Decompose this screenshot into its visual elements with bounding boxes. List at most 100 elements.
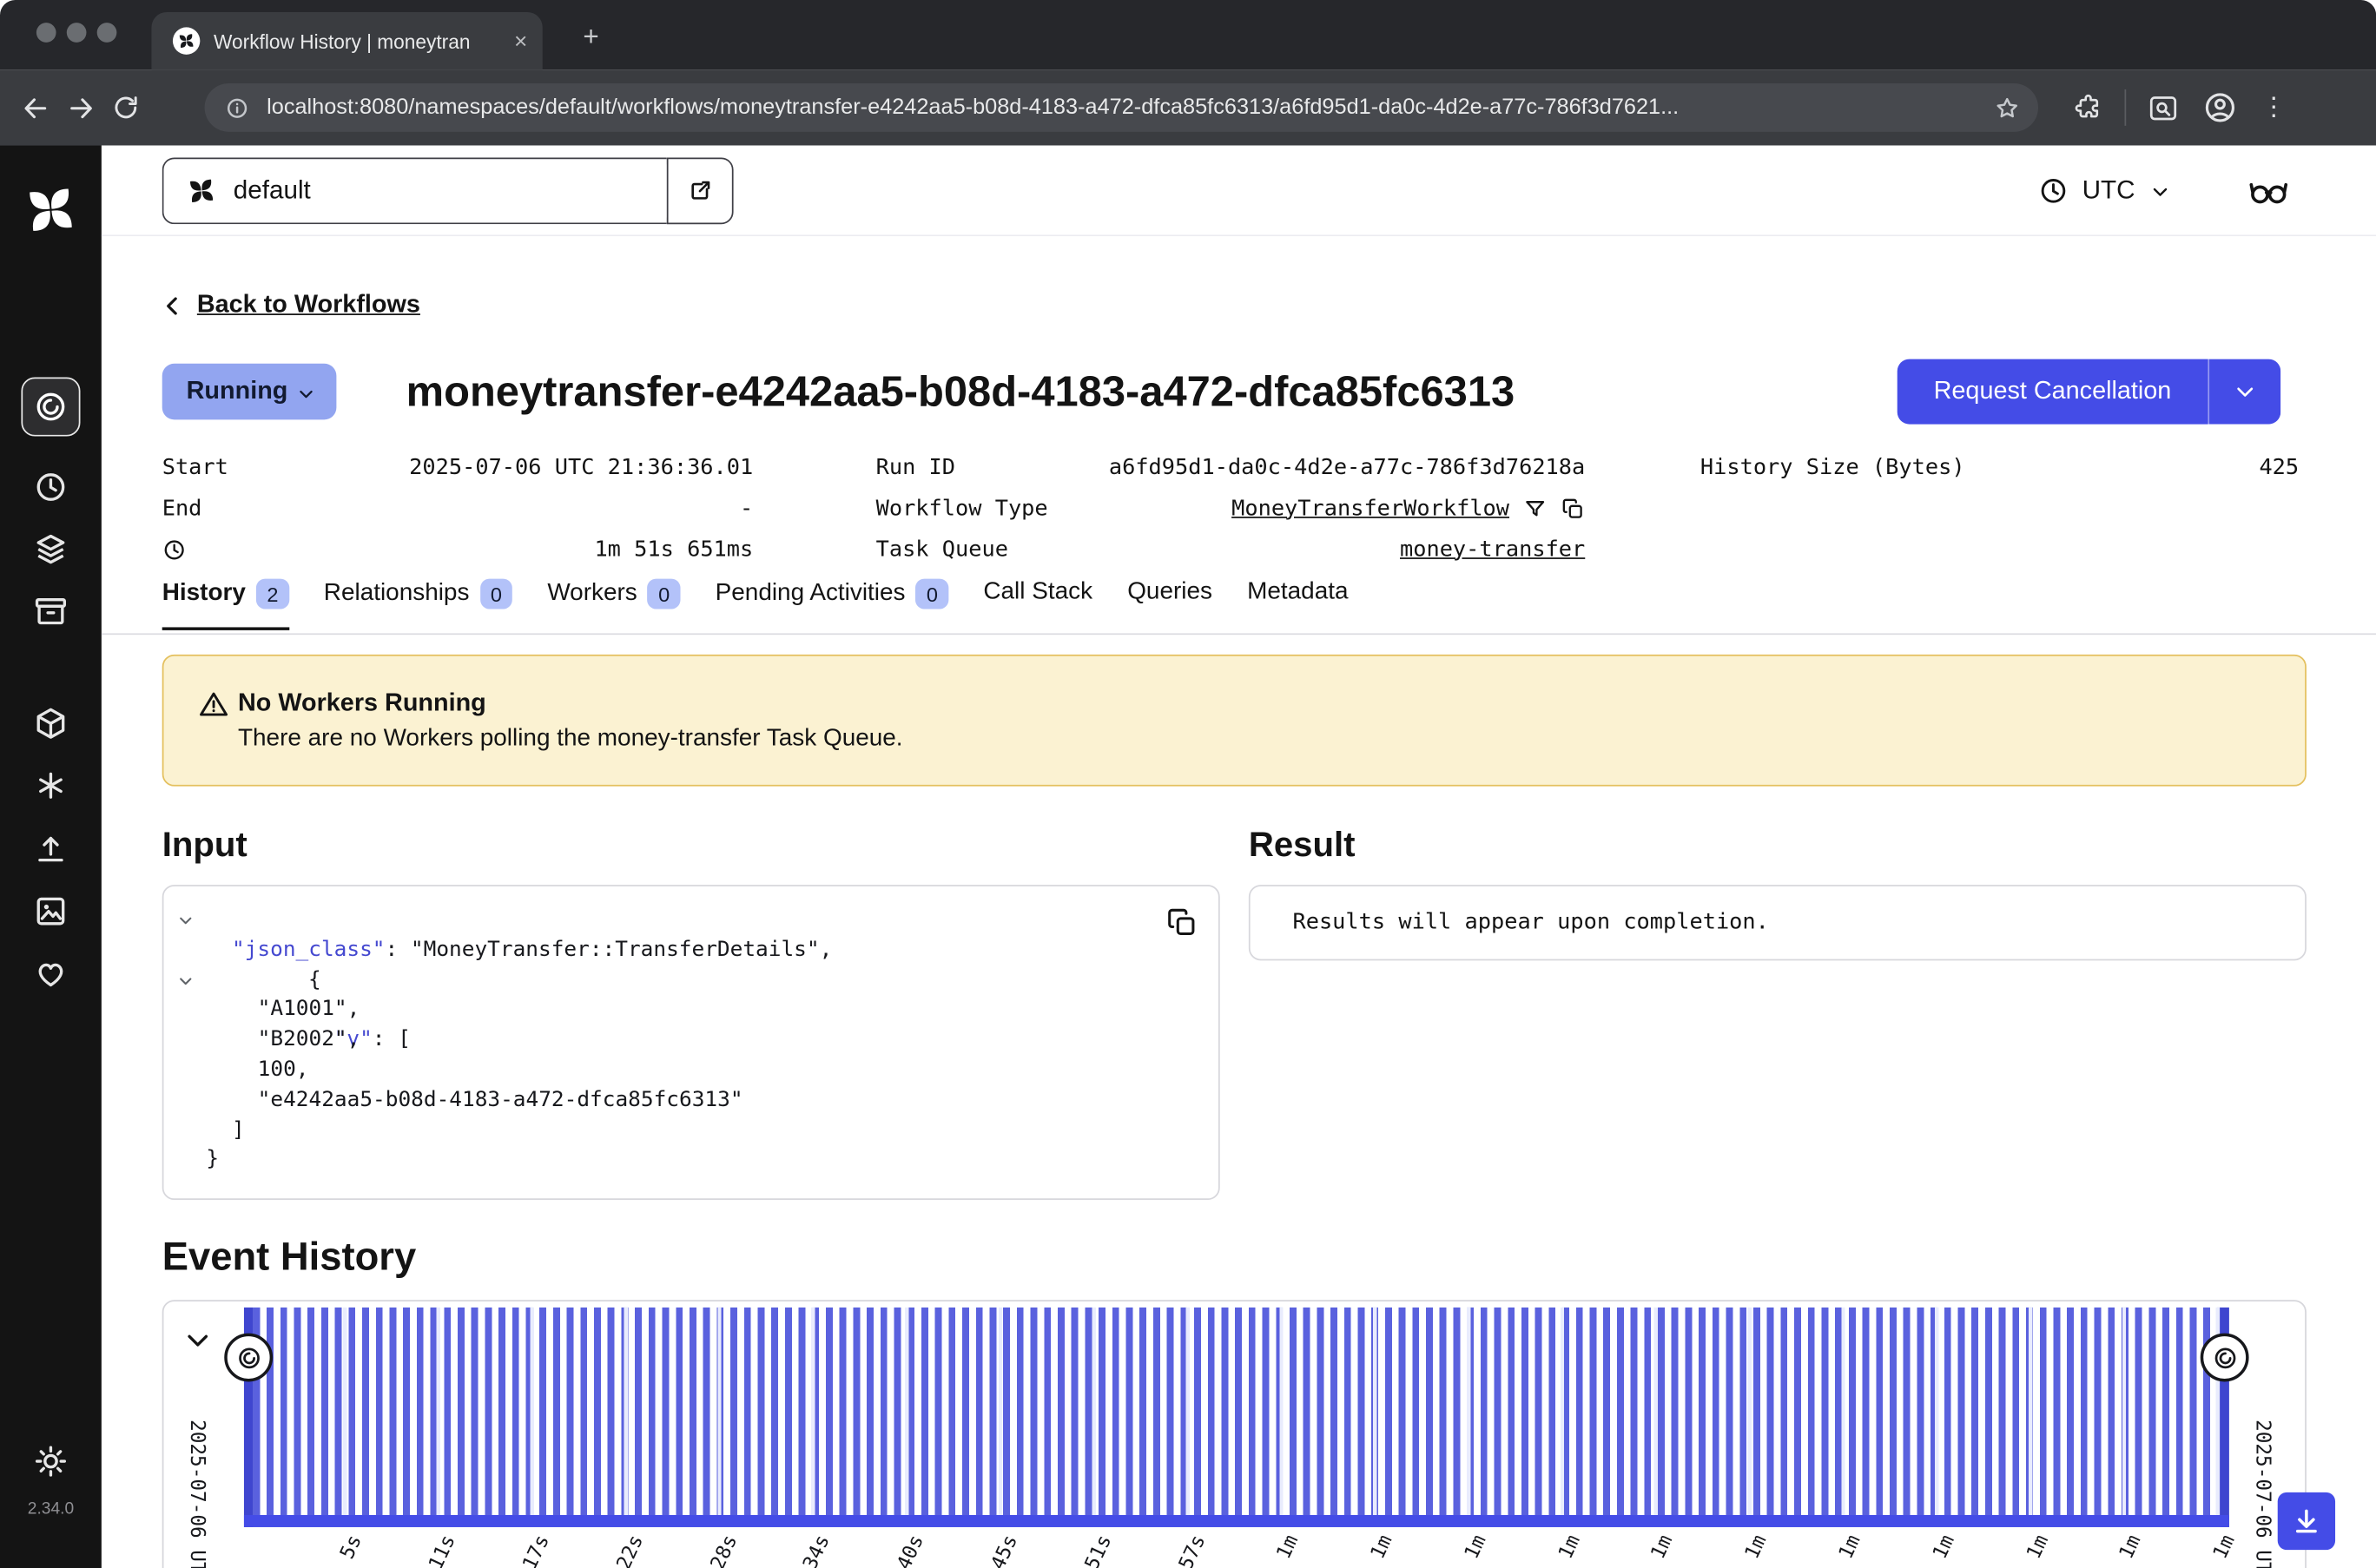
tab-workers[interactable]: Workers0 xyxy=(547,579,680,628)
warning-triangle-icon xyxy=(199,689,229,720)
tab-metadata[interactable]: Metadata xyxy=(1247,579,1348,624)
workflow-type-link[interactable]: MoneyTransferWorkflow xyxy=(1231,496,1509,520)
sidebar-item-batch[interactable] xyxy=(33,594,68,629)
detail-run-id: Run ID a6fd95d1-da0c-4d2e-a77c-786f3d762… xyxy=(876,447,1586,488)
timeline-end-date: 2025-07-06 UTC xyxy=(2250,1420,2273,1568)
tab-queries[interactable]: Queries xyxy=(1127,579,1212,624)
download-arrow-icon xyxy=(2291,1506,2321,1537)
tab-title: Workflow History | moneytran xyxy=(214,30,505,52)
json-line: "B2002", xyxy=(163,1026,1218,1057)
cube-icon xyxy=(33,706,68,741)
tab-relationships[interactable]: Relationships0 xyxy=(324,579,512,628)
clock-icon xyxy=(33,470,68,504)
detail-end: End - xyxy=(162,488,754,529)
app-header: default UTC xyxy=(102,146,2376,237)
request-cancellation-button[interactable]: Request Cancellation xyxy=(1898,359,2208,425)
detail-value: - xyxy=(740,496,753,520)
theme-toggle[interactable] xyxy=(33,1444,68,1479)
temporal-logo-icon[interactable] xyxy=(23,181,79,238)
url-text: localhost:8080/namespaces/default/workfl… xyxy=(267,96,1981,120)
json-line: "e4242aa5-b08d-4183-a472-dfca85fc6313" xyxy=(163,1086,1218,1117)
bookmark-star-icon[interactable] xyxy=(1993,93,2022,122)
detail-start: Start 2025-07-06 UTC 21:36:36.01 xyxy=(162,447,754,488)
window-minimize-button[interactable] xyxy=(67,23,87,43)
request-cancellation-group: Request Cancellation xyxy=(1898,359,2280,425)
download-history-button[interactable] xyxy=(2278,1492,2335,1550)
sidebar-item-deployments[interactable] xyxy=(33,706,68,741)
detail-history-size: History Size (Bytes) 425 xyxy=(1700,447,2299,488)
forward-icon[interactable] xyxy=(57,85,102,130)
tabs-divider xyxy=(102,633,2376,635)
asterisk-icon xyxy=(33,768,68,803)
namespace-value: default xyxy=(234,175,311,206)
back-to-workflows-link[interactable]: Back to Workflows xyxy=(159,291,420,320)
cancellation-menu-button[interactable] xyxy=(2208,359,2280,425)
temporal-mark-icon xyxy=(187,175,217,206)
reload-icon[interactable] xyxy=(103,85,148,130)
tab-pending-activities[interactable]: Pending Activities0 xyxy=(716,579,949,628)
task-queue-link[interactable]: money-transfer xyxy=(1400,537,1585,562)
new-tab-button[interactable]: + xyxy=(573,18,610,55)
temporal-favicon-icon xyxy=(173,27,200,54)
heart-icon xyxy=(33,956,68,991)
detail-label: Workflow Type xyxy=(876,496,1048,520)
window-close-button[interactable] xyxy=(36,23,56,43)
tab-badge: 0 xyxy=(916,579,949,609)
sidebar-item-stack[interactable] xyxy=(33,531,68,566)
timeline-start-event-marker[interactable] xyxy=(224,1334,273,1382)
sidebar-item-import[interactable] xyxy=(33,832,68,866)
sidebar-item-workflows[interactable] xyxy=(21,378,80,437)
tab-history[interactable]: History2 xyxy=(162,579,289,630)
tab-call-stack[interactable]: Call Stack xyxy=(983,579,1092,624)
browser-toolbar: localhost:8080/namespaces/default/workfl… xyxy=(0,69,2376,145)
json-line: "v": [ xyxy=(163,966,1218,997)
sidebar-item-reports[interactable] xyxy=(33,894,68,929)
timeline-collapse-icon[interactable] xyxy=(183,1326,212,1354)
duration-clock-icon xyxy=(162,537,187,562)
json-line: } xyxy=(163,1146,1218,1176)
image-icon xyxy=(33,894,68,929)
detail-label: End xyxy=(162,496,202,520)
namespace-select[interactable]: default xyxy=(162,157,667,224)
browser-window: Workflow History | moneytran × + localho… xyxy=(0,0,2376,1568)
tab-close-icon[interactable]: × xyxy=(514,28,527,54)
status-badge[interactable]: Running xyxy=(162,364,337,420)
json-line: { xyxy=(163,906,1218,937)
tab-badge: 0 xyxy=(648,579,681,609)
timeline-end-event-marker[interactable] xyxy=(2201,1334,2249,1382)
sidebar-item-namespaces[interactable] xyxy=(33,768,68,803)
window-controls xyxy=(36,23,116,43)
json-line: 100, xyxy=(163,1056,1218,1086)
tab-badge: 0 xyxy=(480,579,513,609)
profile-avatar-icon[interactable] xyxy=(2201,88,2240,127)
filter-icon[interactable] xyxy=(1523,496,1548,520)
page-search-icon[interactable] xyxy=(2148,92,2180,124)
collapse-caret-icon[interactable] xyxy=(177,972,194,989)
event-history-timeline: 2025-07-06 UTC 2025-07-06 UTC 5s 11s 17s… xyxy=(162,1300,2307,1568)
extensions-icon[interactable] xyxy=(2073,92,2103,122)
detail-label: Start xyxy=(162,455,228,479)
workflow-tabs: History2 Relationships0 Workers0 Pending… xyxy=(162,579,1349,630)
window-zoom-button[interactable] xyxy=(97,23,117,43)
back-icon[interactable] xyxy=(12,85,57,130)
sidebar-item-feedback[interactable] xyxy=(33,956,68,991)
copy-icon[interactable] xyxy=(1561,496,1585,520)
detail-value: 1m 51s 651ms xyxy=(594,537,753,562)
warning-title: No Workers Running xyxy=(238,689,486,718)
collapse-caret-icon[interactable] xyxy=(177,912,194,928)
url-bar[interactable]: localhost:8080/namespaces/default/workfl… xyxy=(205,83,2038,132)
chevron-left-icon xyxy=(159,292,186,319)
labs-toggle[interactable] xyxy=(2243,167,2294,215)
browser-menu-icon[interactable]: ⋮ xyxy=(2261,92,2286,122)
no-workers-warning: No Workers Running There are no Workers … xyxy=(162,655,2307,787)
site-info-icon[interactable] xyxy=(224,95,250,121)
toolbar-right-cluster: ⋮ xyxy=(2073,69,2285,145)
input-json-viewer: { "json_class": "MoneyTransfer::Transfer… xyxy=(162,885,1220,1200)
sidebar-item-schedules[interactable] xyxy=(33,470,68,504)
namespace-open-button[interactable] xyxy=(667,157,734,224)
json-line: "A1001", xyxy=(163,996,1218,1026)
timezone-select[interactable]: UTC xyxy=(2038,168,2171,214)
detail-label: History Size (Bytes) xyxy=(1700,455,1965,479)
browser-tab[interactable]: Workflow History | moneytran × xyxy=(152,12,543,69)
browser-tabstrip: Workflow History | moneytran × + xyxy=(0,0,2376,69)
